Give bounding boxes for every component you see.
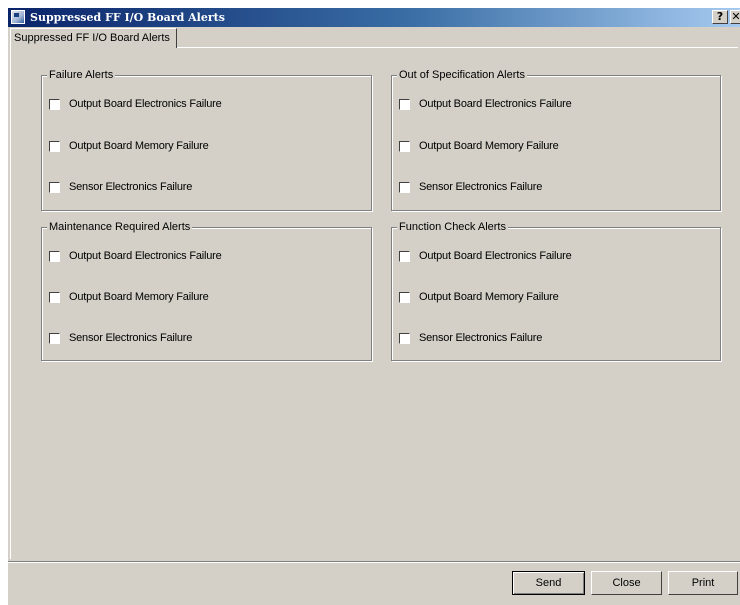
dialog-window: Suppressed FF I/O Board Alerts ? ✕ Suppr… <box>8 8 740 605</box>
footer-divider <box>8 561 740 563</box>
checkbox-label: Output Board Memory Failure <box>69 140 209 152</box>
checkbox-output-board-memory-failure[interactable]: Output Board Memory Failure <box>49 289 209 305</box>
checkbox-label: Sensor Electronics Failure <box>419 181 543 193</box>
group-title: Function Check Alerts <box>397 220 508 234</box>
checkbox-label: Output Board Memory Failure <box>69 291 209 303</box>
checkbox-box[interactable] <box>399 98 410 110</box>
checkbox-label: Output Board Electronics Failure <box>69 98 222 110</box>
send-button[interactable]: Send <box>512 571 585 595</box>
app-icon <box>11 10 25 24</box>
checkbox-box[interactable] <box>49 140 60 152</box>
window-title: Suppressed FF I/O Board Alerts <box>30 11 225 24</box>
checkbox-sensor-electronics-failure[interactable]: Sensor Electronics Failure <box>49 179 192 195</box>
checkbox-label: Sensor Electronics Failure <box>419 332 543 344</box>
checkbox-output-board-electronics-failure[interactable]: Output Board Electronics Failure <box>49 96 222 112</box>
checkbox-box[interactable] <box>399 140 410 152</box>
checkbox-label: Output Board Electronics Failure <box>419 98 572 110</box>
checkbox-output-board-electronics-failure[interactable]: Output Board Electronics Failure <box>399 96 572 112</box>
checkbox-output-board-memory-failure[interactable]: Output Board Memory Failure <box>399 289 559 305</box>
checkbox-label: Sensor Electronics Failure <box>69 332 193 344</box>
group-title: Failure Alerts <box>47 68 116 82</box>
group-maintenance-required-alerts: Maintenance Required Alerts Output Board… <box>41 220 372 361</box>
close-icon: ✕ <box>731 10 740 23</box>
checkbox-box[interactable] <box>49 332 60 344</box>
group-title: Out of Specification Alerts <box>397 68 527 82</box>
checkbox-box[interactable] <box>399 250 410 262</box>
checkbox-label: Output Board Memory Failure <box>419 140 559 152</box>
checkbox-box[interactable] <box>49 291 60 303</box>
checkbox-output-board-electronics-failure[interactable]: Output Board Electronics Failure <box>49 248 222 264</box>
checkbox-label: Sensor Electronics Failure <box>69 181 193 193</box>
group-out-of-specification-alerts: Out of Specification Alerts Output Board… <box>391 68 721 211</box>
checkbox-box[interactable] <box>49 98 60 110</box>
checkbox-output-board-electronics-failure[interactable]: Output Board Electronics Failure <box>399 248 572 264</box>
checkbox-sensor-electronics-failure[interactable]: Sensor Electronics Failure <box>399 179 542 195</box>
checkbox-sensor-electronics-failure[interactable]: Sensor Electronics Failure <box>49 330 192 346</box>
checkbox-output-board-memory-failure[interactable]: Output Board Memory Failure <box>49 138 209 154</box>
group-failure-alerts: Failure Alerts Output Board Electronics … <box>41 68 372 211</box>
close-button[interactable]: Close <box>591 571 662 595</box>
checkbox-label: Output Board Electronics Failure <box>419 250 572 262</box>
checkbox-sensor-electronics-failure[interactable]: Sensor Electronics Failure <box>399 330 542 346</box>
title-bar[interactable]: Suppressed FF I/O Board Alerts ? ✕ <box>8 8 740 27</box>
checkbox-label: Output Board Memory Failure <box>419 291 559 303</box>
group-function-check-alerts: Function Check Alerts Output Board Elect… <box>391 220 721 361</box>
help-button[interactable]: ? <box>712 10 728 24</box>
checkbox-box[interactable] <box>399 181 410 193</box>
print-button[interactable]: Print <box>668 571 738 595</box>
checkbox-box[interactable] <box>399 291 410 303</box>
checkbox-box[interactable] <box>49 181 60 193</box>
checkbox-label: Output Board Electronics Failure <box>69 250 222 262</box>
close-window-button[interactable]: ✕ <box>730 10 740 24</box>
checkbox-box[interactable] <box>49 250 60 262</box>
checkbox-box[interactable] <box>399 332 410 344</box>
checkbox-output-board-memory-failure[interactable]: Output Board Memory Failure <box>399 138 559 154</box>
group-title: Maintenance Required Alerts <box>47 220 193 234</box>
tab-suppressed-alerts[interactable]: Suppressed FF I/O Board Alerts <box>10 28 177 48</box>
